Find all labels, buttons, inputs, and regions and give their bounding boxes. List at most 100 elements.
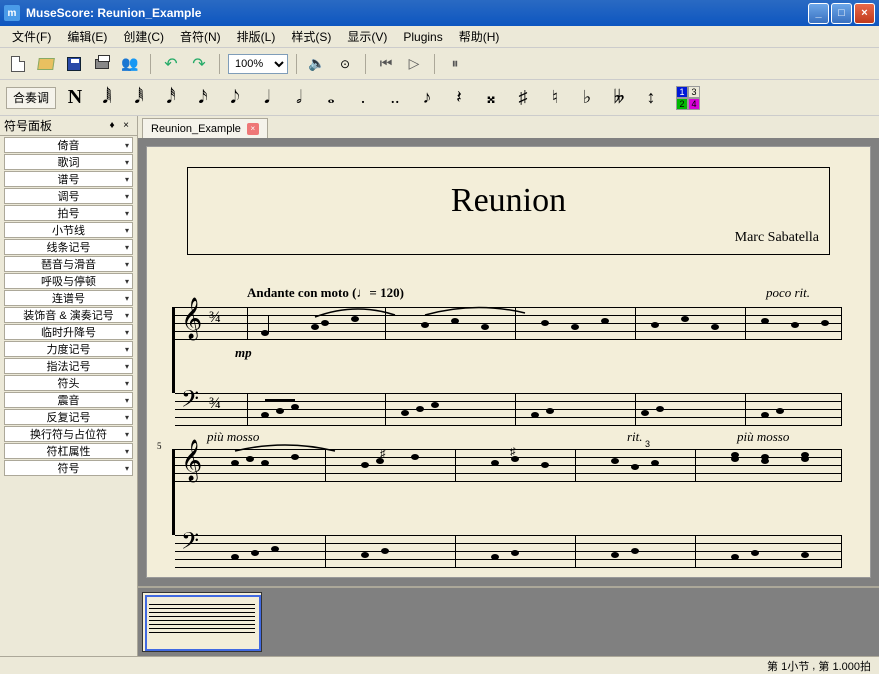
bass-clef-icon: 𝄢 — [181, 387, 199, 419]
double-dot[interactable]: .. — [382, 84, 408, 112]
music-notes-bass-1 — [225, 387, 845, 432]
voice-1-button[interactable]: 1 — [676, 86, 688, 98]
double-flat-button[interactable]: 𝄫 — [606, 84, 632, 112]
palette-clefs[interactable]: 谱号 — [4, 171, 133, 187]
inspector-button[interactable]: 👥 — [118, 52, 142, 76]
note-duration-16th[interactable]: 𝅘𝅥𝅰 — [158, 84, 184, 112]
palette-breaks[interactable]: 换行符与占位符 — [4, 426, 133, 442]
palette-float-button[interactable]: ♦ — [105, 119, 119, 133]
palette-fingering[interactable]: 指法记号 — [4, 358, 133, 374]
save-icon — [67, 57, 81, 71]
palette-tremolo[interactable]: 震音 — [4, 392, 133, 408]
palette-ornaments[interactable]: 装饰音 & 演奏记号 — [4, 307, 133, 323]
note-duration-32nd[interactable]: 𝅘𝅥𝅱 — [126, 84, 152, 112]
palette-key-sig[interactable]: 调号 — [4, 188, 133, 204]
speaker-button[interactable]: 🔈 — [305, 52, 329, 76]
rewind-icon: ⏮ — [380, 55, 393, 72]
note-input-mode-button[interactable]: N — [62, 84, 88, 112]
palette-list[interactable]: 倚音 歌词 谱号 调号 拍号 小节线 线条记号 琶音与滑音 呼吸与停顿 连谱号 … — [0, 136, 137, 656]
menu-style[interactable]: 样式(S) — [283, 26, 339, 47]
redo-button[interactable]: ↷ — [187, 52, 211, 76]
status-bar: 第 1小节 , 第 1.000拍 — [0, 656, 879, 674]
note-duration-8th[interactable]: 𝅘𝅥𝅯 — [190, 84, 216, 112]
note-duration-64th[interactable]: 𝅘𝅥𝅲 — [94, 84, 120, 112]
rewind-button[interactable]: ⏮ — [374, 52, 398, 76]
palette-close-button[interactable]: × — [119, 119, 133, 133]
palette-accidentals[interactable]: 临时升降号 — [4, 324, 133, 340]
navigator-thumbnail[interactable] — [142, 592, 262, 652]
score-composer[interactable]: Marc Sabatella — [198, 230, 819, 246]
score-title[interactable]: Reunion — [198, 182, 819, 220]
loop-button[interactable]: ⏸ — [443, 52, 467, 76]
flat-button[interactable]: ♭ — [574, 84, 600, 112]
sharp-button[interactable]: ♯ — [510, 84, 536, 112]
speaker-icon: 🔈 — [308, 55, 325, 72]
window-minimize-button[interactable]: _ — [808, 3, 829, 24]
palette-barlines[interactable]: 小节线 — [4, 222, 133, 238]
note-duration-quarter[interactable]: 𝅘𝅥𝅮 — [222, 84, 248, 112]
double-sharp-button[interactable]: 𝄪 — [478, 84, 504, 112]
voice-3-button[interactable]: 3 — [688, 86, 700, 98]
new-file-button[interactable] — [6, 52, 30, 76]
palette-dynamics[interactable]: 力度记号 — [4, 341, 133, 357]
menu-edit[interactable]: 编辑(E) — [59, 26, 115, 47]
palette-time-sig[interactable]: 拍号 — [4, 205, 133, 221]
palette-breaths[interactable]: 呼吸与停顿 — [4, 273, 133, 289]
palette-lyrics[interactable]: 歌词 — [4, 154, 133, 170]
menu-display[interactable]: 显示(V) — [339, 26, 395, 47]
natural-button[interactable]: ♮ — [542, 84, 568, 112]
tie-button[interactable]: ♪ — [414, 84, 440, 112]
augmentation-dot[interactable]: . — [350, 84, 376, 112]
midi-button[interactable]: ⊙ — [333, 52, 357, 76]
voice-2-button[interactable]: 2 — [676, 98, 688, 110]
svg-text:♯: ♯ — [380, 448, 386, 460]
time-signature[interactable]: ¾ — [209, 309, 221, 327]
voice-4-button[interactable]: 4 — [688, 98, 700, 110]
navigator-viewport[interactable] — [145, 595, 261, 651]
palette-grace-notes[interactable]: 倚音 — [4, 137, 133, 153]
menu-plugins[interactable]: Plugins — [395, 28, 450, 46]
menu-file[interactable]: 文件(F) — [4, 26, 59, 47]
play-button[interactable]: ▷ — [402, 52, 426, 76]
palette-noteheads[interactable]: 符头 — [4, 375, 133, 391]
menu-help[interactable]: 帮助(H) — [451, 26, 508, 47]
status-beat-value: 1.000拍 — [832, 658, 871, 674]
score-title-frame[interactable]: Reunion Marc Sabatella — [187, 167, 830, 255]
svg-text:3: 3 — [645, 439, 650, 449]
toolbar-separator — [296, 54, 297, 74]
score-page[interactable]: Reunion Marc Sabatella Andante con moto … — [146, 146, 871, 578]
menu-notes[interactable]: 音符(N) — [172, 26, 229, 47]
zoom-select[interactable]: 100% — [228, 54, 288, 74]
grand-staff-system-2[interactable]: 5 𝄞 ♯♯3 𝄢 — [175, 449, 842, 539]
time-signature-bass[interactable]: ¾ — [209, 395, 221, 413]
window-close-button[interactable]: × — [854, 3, 875, 24]
toolbar-separator — [434, 54, 435, 74]
note-duration-dotted-half[interactable]: 𝅗𝅥 — [286, 84, 312, 112]
undo-icon: ↶ — [164, 54, 177, 74]
palette-brackets[interactable]: 连谱号 — [4, 290, 133, 306]
palette-beam-props[interactable]: 符杠属性 — [4, 443, 133, 459]
concert-pitch-button[interactable]: 合奏调 — [6, 87, 56, 109]
dynamic-mp[interactable]: mp — [235, 345, 252, 361]
grand-staff-system-1[interactable]: 𝄞 ¾ mp 𝄢 ¾ — [175, 307, 842, 397]
palette-symbols[interactable]: 符号 — [4, 460, 133, 476]
score-tab-active[interactable]: Reunion_Example × — [142, 118, 268, 138]
tab-close-button[interactable]: × — [247, 123, 259, 135]
open-file-button[interactable] — [34, 52, 58, 76]
note-duration-half[interactable]: 𝅘𝅥 — [254, 84, 280, 112]
window-maximize-button[interactable]: □ — [831, 3, 852, 24]
palette-arpeggios[interactable]: 琶音与滑音 — [4, 256, 133, 272]
new-file-icon — [11, 56, 25, 72]
palette-lines[interactable]: 线条记号 — [4, 239, 133, 255]
print-button[interactable] — [90, 52, 114, 76]
undo-button[interactable]: ↶ — [159, 52, 183, 76]
window-titlebar: m MuseScore: Reunion_Example _ □ × — [0, 0, 879, 26]
note-duration-whole[interactable]: 𝅝 — [318, 84, 344, 112]
flip-direction-button[interactable]: ↕ — [638, 84, 664, 112]
rest-button[interactable]: 𝄽 — [446, 84, 472, 112]
window-title: MuseScore: Reunion_Example — [26, 6, 808, 20]
menu-create[interactable]: 创建(C) — [115, 26, 172, 47]
menu-layout[interactable]: 排版(L) — [229, 26, 284, 47]
save-button[interactable] — [62, 52, 86, 76]
palette-repeats[interactable]: 反复记号 — [4, 409, 133, 425]
